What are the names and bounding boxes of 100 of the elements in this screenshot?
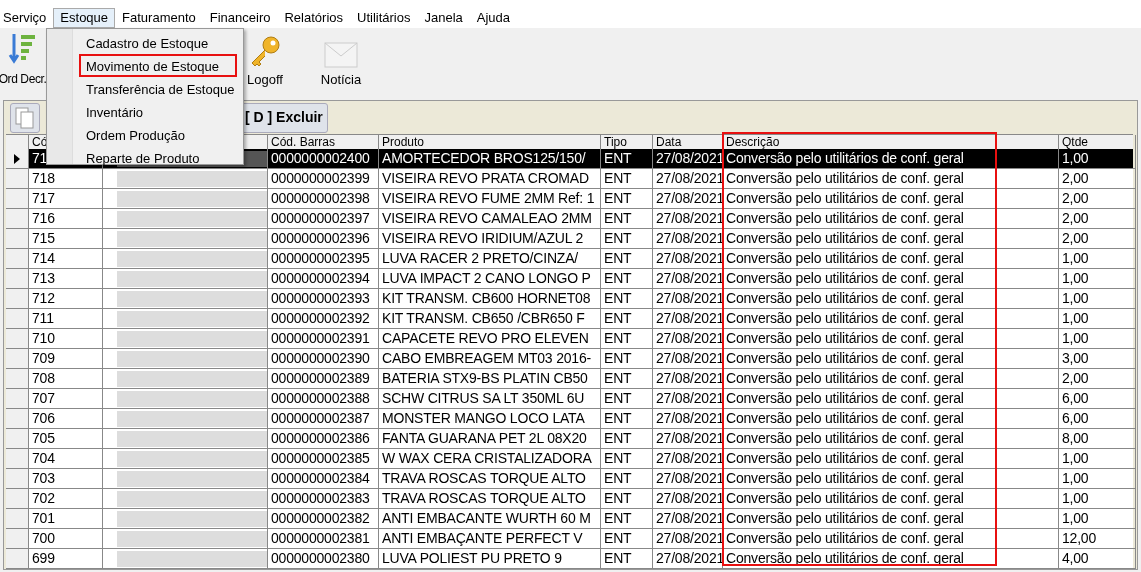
table-cell: ENT: [601, 429, 653, 449]
table-cell: TRAVA ROSCAS TORQUE ALTO: [379, 489, 601, 509]
table-cell: Conversão pelo utilitários de conf. geral: [723, 229, 1059, 249]
table-cell: 27/08/2021: [653, 349, 723, 369]
table-cell: 0000000002393: [268, 289, 379, 309]
table-cell: 2,00: [1059, 209, 1136, 229]
table-cell: Conversão pelo utilitários de conf. geral: [723, 309, 1059, 329]
table-cell: 699: [29, 549, 103, 569]
table-cell: 708: [29, 369, 103, 389]
table-cell: 27/08/2021: [653, 169, 723, 189]
table-cell: VISEIRA REVO FUME 2MM Ref: 1: [379, 189, 601, 209]
table-cell: ENT: [601, 469, 653, 489]
table-cell: CAPACETE REVO PRO ELEVEN: [379, 329, 601, 349]
menu-item[interactable]: Utilitários: [350, 8, 418, 28]
table-cell: Conversão pelo utilitários de conf. geral: [723, 509, 1059, 529]
table-cell: VISEIRA REVO IRIDIUM/AZUL 2: [379, 229, 601, 249]
table-cell: Conversão pelo utilitários de conf. geral: [723, 489, 1059, 509]
table-cell: Conversão pelo utilitários de conf. geral: [723, 269, 1059, 289]
table-cell: 27/08/2021: [653, 189, 723, 209]
table-cell: 27/08/2021: [653, 369, 723, 389]
menu-item[interactable]: Movimento de Estoque: [79, 54, 237, 77]
table-cell: 701: [29, 509, 103, 529]
table-cell: ENT: [601, 189, 653, 209]
table-cell: 1,00: [1059, 149, 1136, 169]
menu-item[interactable]: Transferência de Estoque: [79, 77, 237, 100]
table-cell: Conversão pelo utilitários de conf. geral: [723, 149, 1059, 169]
row-indicator[interactable]: [6, 149, 29, 169]
table-cell: KIT TRANSM. CB600 HORNET08: [379, 289, 601, 309]
table-cell: 2,00: [1059, 229, 1136, 249]
menu-item[interactable]: Relatórios: [277, 8, 350, 28]
table-cell: 0000000002388: [268, 389, 379, 409]
table-cell: 1,00: [1059, 489, 1136, 509]
table-cell: ENT: [601, 329, 653, 349]
table-cell: 27/08/2021: [653, 329, 723, 349]
menu-item[interactable]: Janela: [417, 8, 470, 28]
table-cell: LUVA RACER 2 PRETO/CINZA/: [379, 249, 601, 269]
toolbar-label[interactable]: Logoff: [247, 70, 283, 90]
table-cell: ENT: [601, 209, 653, 229]
table-cell: 1,00: [1059, 329, 1136, 349]
table-cell: 0000000002392: [268, 309, 379, 329]
table-cell: ANTI EMBAÇANTE PERFECT V: [379, 529, 601, 549]
menu-item[interactable]: Financeiro: [202, 8, 278, 28]
document-icon[interactable]: [10, 102, 40, 133]
table-cell: 27/08/2021: [653, 489, 723, 509]
table-cell: ENT: [601, 509, 653, 529]
table-cell: TRAVA ROSCAS TORQUE ALTO: [379, 469, 601, 489]
table-cell: 2,00: [1059, 169, 1136, 189]
table-cell: 712: [29, 289, 103, 309]
table-cell: 27/08/2021: [653, 229, 723, 249]
table-cell: ENT: [601, 169, 653, 189]
menu-item[interactable]: Faturamento: [115, 8, 203, 28]
toolbar-label[interactable]: Ord Decr.: [0, 70, 47, 88]
table-cell: Conversão pelo utilitários de conf. geral: [723, 249, 1059, 269]
table-cell: 715: [29, 229, 103, 249]
table-cell: 0000000002381: [268, 529, 379, 549]
table-cell: 704: [29, 449, 103, 469]
table-cell: 27/08/2021: [653, 549, 723, 569]
table-cell: ENT: [601, 349, 653, 369]
table-cell: 710: [29, 329, 103, 349]
table-cell: 0000000002399: [268, 169, 379, 189]
table-cell: 707: [29, 389, 103, 409]
table-cell: 27/08/2021: [653, 409, 723, 429]
table-cell: 27/08/2021: [653, 149, 723, 169]
table-cell: 0000000002397: [268, 209, 379, 229]
table-cell: ENT: [601, 449, 653, 469]
table-cell: 0000000002398: [268, 189, 379, 209]
table-cell: 0000000002382: [268, 509, 379, 529]
table-cell: 0000000002395: [268, 249, 379, 269]
menu-item[interactable]: Ajuda: [469, 8, 518, 28]
table-cell: 0000000002400: [268, 149, 379, 169]
table-cell: 714: [29, 249, 103, 269]
table-cell: ENT: [601, 249, 653, 269]
table-cell: 703: [29, 469, 103, 489]
table-cell: ENT: [601, 549, 653, 569]
table-cell: 1,00: [1059, 309, 1136, 329]
table-cell: 27/08/2021: [653, 249, 723, 269]
table-cell: 706: [29, 409, 103, 429]
table-cell: W WAX CERA CRISTALIZADORA: [379, 449, 601, 469]
table-cell: LUVA POLIEST PU PRETO 9: [379, 549, 601, 569]
menu-item[interactable]: Inventário: [79, 100, 237, 123]
table-cell: 0000000002380: [268, 549, 379, 569]
table-cell: ENT: [601, 489, 653, 509]
menu-item[interactable]: Estoque: [53, 8, 116, 28]
menu-item[interactable]: Cadastro de Estoque: [79, 31, 237, 54]
envelope-icon: [324, 42, 358, 68]
table-cell: Conversão pelo utilitários de conf. geral: [723, 289, 1059, 309]
table-cell: AMORTECEDOR BROS125/150/: [379, 149, 601, 169]
table-cell: 0000000002389: [268, 369, 379, 389]
toolbar-label[interactable]: Notícia: [320, 70, 362, 90]
table-cell: 27/08/2021: [653, 529, 723, 549]
table-cell: BATERIA STX9-BS PLATIN CB50: [379, 369, 601, 389]
menu-item[interactable]: Ordem Produção: [79, 123, 237, 146]
table-cell: ENT: [601, 389, 653, 409]
table-cell: 27/08/2021: [653, 309, 723, 329]
table-cell: 2,00: [1059, 369, 1136, 389]
table-cell: 0000000002396: [268, 229, 379, 249]
table-cell: 1,00: [1059, 269, 1136, 289]
table-cell: 0000000002386: [268, 429, 379, 449]
table-cell: 27/08/2021: [653, 389, 723, 409]
menu-item[interactable]: Serviço: [0, 8, 54, 28]
